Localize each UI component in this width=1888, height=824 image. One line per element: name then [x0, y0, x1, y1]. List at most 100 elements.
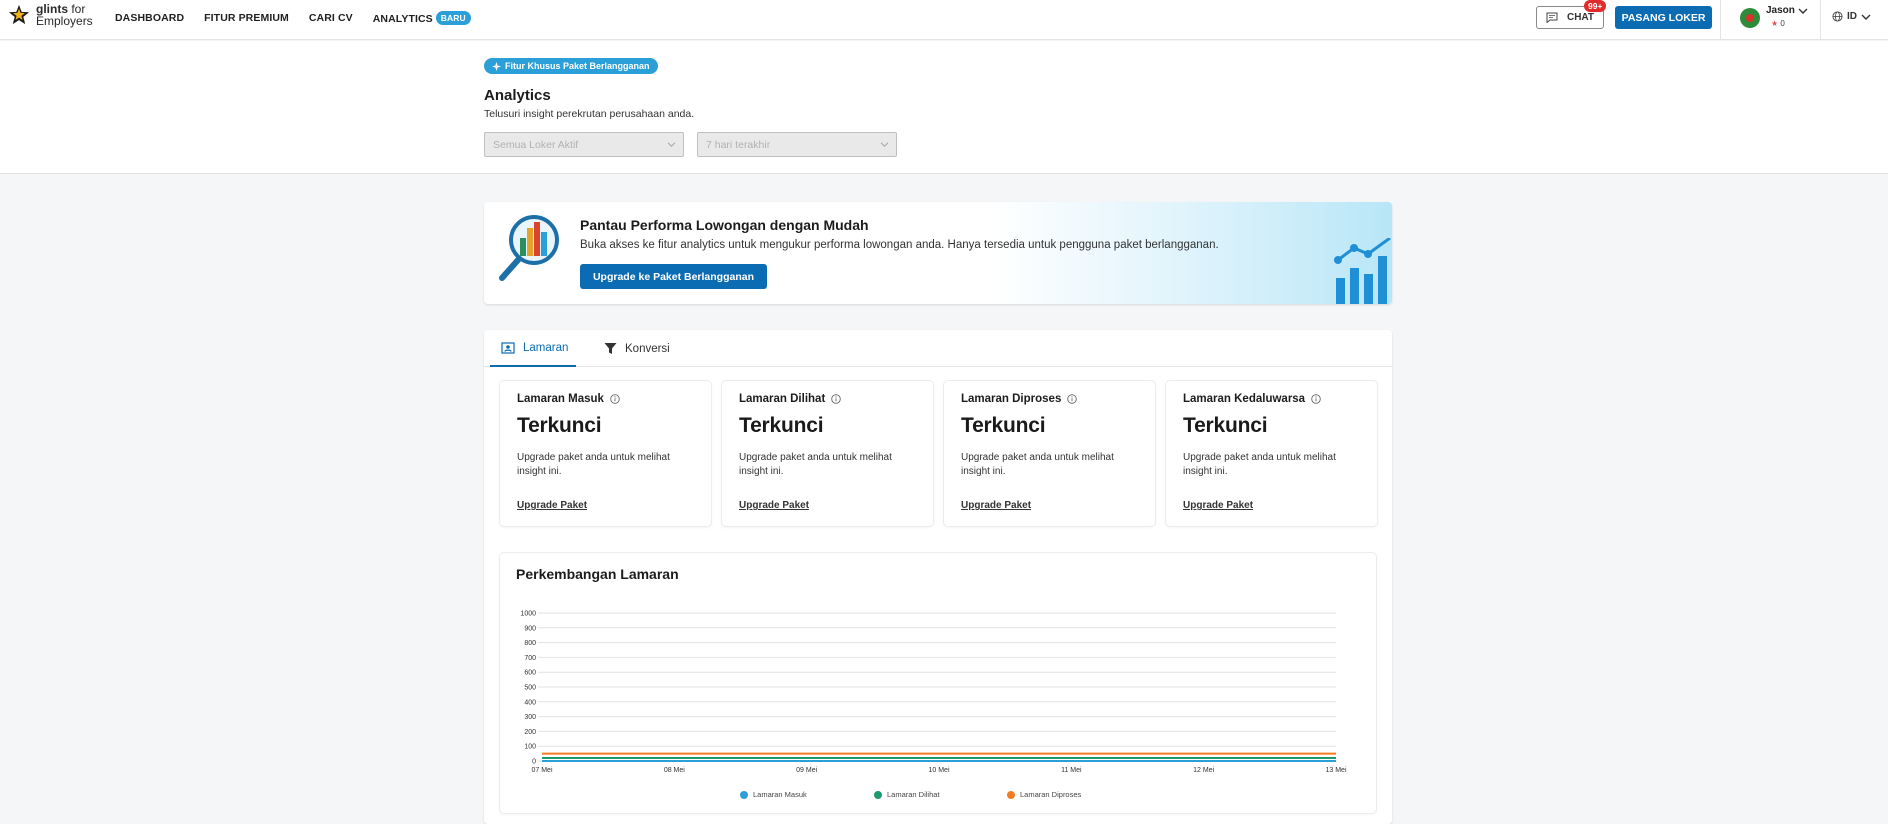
y-tick-label: 600 [524, 670, 536, 677]
stat-value: Terkunci [1183, 414, 1268, 437]
stat-description: Upgrade paket anda untuk melihat insight… [517, 452, 670, 477]
info-icon[interactable] [831, 394, 842, 404]
info-icon[interactable] [610, 394, 620, 404]
analytics-magnifier-illustration [499, 215, 559, 281]
analytics-header: Fitur Khusus Paket Berlangganan Analytic… [0, 41, 1888, 174]
logo-employers: Employers [36, 14, 93, 28]
stat-label-text: Lamaran Kedaluwarsa [1183, 393, 1306, 405]
page-title: Analytics [484, 87, 551, 104]
stat-card-lamaran-kedaluwarsa: Lamaran Kedaluwarsa Terkunci Upgrade pak… [1166, 381, 1377, 526]
stat-label-text: Lamaran Diproses [961, 393, 1062, 405]
y-tick-label: 200 [524, 729, 536, 736]
star-icon: ★ [1771, 19, 1779, 28]
feature-chip-label: Fitur Khusus Paket Berlangganan [505, 61, 650, 71]
job-filter-select[interactable]: Semua Loker Aktif [484, 132, 684, 157]
top-navbar: glints for Employers DASHBOARD FITUR PRE… [0, 0, 1888, 40]
analytics-card: Lamaran Konversi Lamaran Masuk Terkunci … [484, 330, 1392, 824]
legend-label: Lamaran Diproses [1020, 790, 1082, 799]
nav-fitur-premium[interactable]: FITUR PREMIUM [204, 12, 289, 24]
date-range-select[interactable]: 7 hari terakhir [697, 132, 897, 157]
legend-dot [740, 790, 748, 799]
stat-card-lamaran-diproses: Lamaran Diproses Terkunci Upgrade paket … [944, 381, 1155, 526]
post-job-button[interactable]: PASANG LOKER [1615, 6, 1712, 29]
logo-wordmark: glints for Employers [36, 3, 93, 27]
y-tick-label: 900 [524, 625, 536, 632]
y-tick-label: 100 [524, 744, 536, 751]
nav-dashboard[interactable]: DASHBOARD [115, 12, 184, 24]
subscription-feature-chip: Fitur Khusus Paket Berlangganan [484, 58, 658, 74]
info-icon[interactable] [1311, 394, 1321, 404]
chevron-down-icon[interactable] [1798, 7, 1808, 15]
language-label: ID [1847, 11, 1857, 22]
chat-label: CHAT [1566, 12, 1595, 23]
glints-logo[interactable]: glints for Employers [8, 3, 93, 27]
y-tick-label: 500 [524, 685, 536, 692]
nav-cari-cv[interactable]: CARI CV [309, 12, 353, 24]
banner-title: Pantau Performa Lowongan dengan Mudah [580, 217, 869, 233]
avatar[interactable] [1740, 8, 1760, 28]
legend-dot [1007, 790, 1015, 799]
legend-label: Lamaran Masuk [753, 790, 807, 799]
upgrade-package-link[interactable]: Upgrade Paket [739, 500, 809, 511]
stat-description: Upgrade paket anda untuk melihat insight… [1183, 452, 1336, 477]
y-tick-label: 400 [524, 699, 536, 706]
stat-label-text: Lamaran Masuk [517, 393, 604, 405]
legend-item-diproses[interactable]: Lamaran Diproses [1007, 790, 1081, 799]
nav-analytics-label: ANALYTICS [372, 13, 433, 25]
y-tick-label: 800 [524, 640, 536, 647]
user-points: ★ 0 [1771, 19, 1785, 28]
x-tick-label: 10 Mei [928, 767, 949, 774]
upgrade-package-link[interactable]: Upgrade Paket [961, 500, 1031, 511]
applications-chart-card: Perkembangan Lamaran 0 100 200 300 400 500 600… [500, 553, 1376, 813]
x-tick-label: 08 Mei [664, 767, 685, 774]
growth-chart-decoration [1334, 238, 1391, 304]
date-range-placeholder: 7 hari terakhir [706, 139, 771, 151]
chat-count-badge: 99+ [1584, 0, 1607, 12]
x-tick-label: 11 Mei [1061, 767, 1082, 774]
job-filter-placeholder: Semua Loker Aktif [493, 139, 579, 151]
stat-value: Terkunci [739, 414, 824, 437]
y-tick-label: 700 [524, 655, 536, 662]
legend-label: Lamaran Dilihat [887, 790, 940, 799]
language-switcher[interactable]: ID [1832, 11, 1875, 22]
user-name[interactable]: Jason [1766, 5, 1795, 16]
upgrade-subscription-button[interactable]: Upgrade ke Paket Berlangganan [580, 264, 767, 289]
stat-value: Terkunci [961, 414, 1046, 437]
x-tick-label: 12 Mei [1193, 767, 1214, 774]
legend-item-dilihat[interactable]: Lamaran Dilihat [874, 790, 940, 799]
stat-label: Lamaran Masuk [517, 393, 620, 405]
upgrade-package-link[interactable]: Upgrade Paket [1183, 500, 1253, 511]
chevron-down-icon [667, 142, 676, 148]
stat-label: Lamaran Diproses [961, 393, 1078, 405]
y-tick-label: 1000 [520, 611, 536, 618]
new-badge: BARU [435, 11, 471, 25]
stat-description: Upgrade paket anda untuk melihat insight… [961, 452, 1114, 477]
active-tab-indicator [490, 365, 576, 367]
tab-konversi-label: Konversi [625, 342, 670, 355]
tab-lamaran-label: Lamaran [523, 342, 569, 354]
info-icon[interactable] [1067, 394, 1078, 404]
user-points-value: 0 [1780, 19, 1785, 28]
page-subtitle: Telusuri insight perekrutan perusahaan a… [484, 108, 695, 120]
tab-lamaran[interactable]: Lamaran [501, 342, 568, 354]
stat-label: Lamaran Kedaluwarsa [1183, 393, 1321, 405]
stat-description: Upgrade paket anda untuk melihat insight… [739, 452, 892, 477]
stat-card-lamaran-masuk: Lamaran Masuk Terkunci Upgrade paket and… [500, 381, 711, 526]
applicant-card-icon [501, 342, 515, 354]
chat-icon [1546, 12, 1558, 23]
legend-dot [874, 790, 882, 799]
funnel-icon [604, 343, 617, 354]
main-nav: DASHBOARD FITUR PREMIUM CARI CV ANALYTIC… [115, 11, 491, 25]
chevron-down-icon [880, 142, 889, 148]
upgrade-banner: Pantau Performa Lowongan dengan Mudah Bu… [484, 202, 1392, 304]
upgrade-package-link[interactable]: Upgrade Paket [517, 500, 587, 511]
sparkle-icon [492, 61, 501, 71]
nav-analytics[interactable]: ANALYTICS BARU [373, 11, 471, 25]
stat-label-text: Lamaran Dilihat [739, 393, 826, 405]
y-tick-label: 300 [524, 714, 536, 721]
x-tick-label: 07 Mei [531, 767, 552, 774]
tab-konversi[interactable]: Konversi [604, 342, 670, 355]
globe-icon [1832, 11, 1843, 22]
legend-item-masuk[interactable]: Lamaran Masuk [740, 790, 807, 799]
analytics-tabs: Lamaran Konversi [484, 330, 1392, 367]
